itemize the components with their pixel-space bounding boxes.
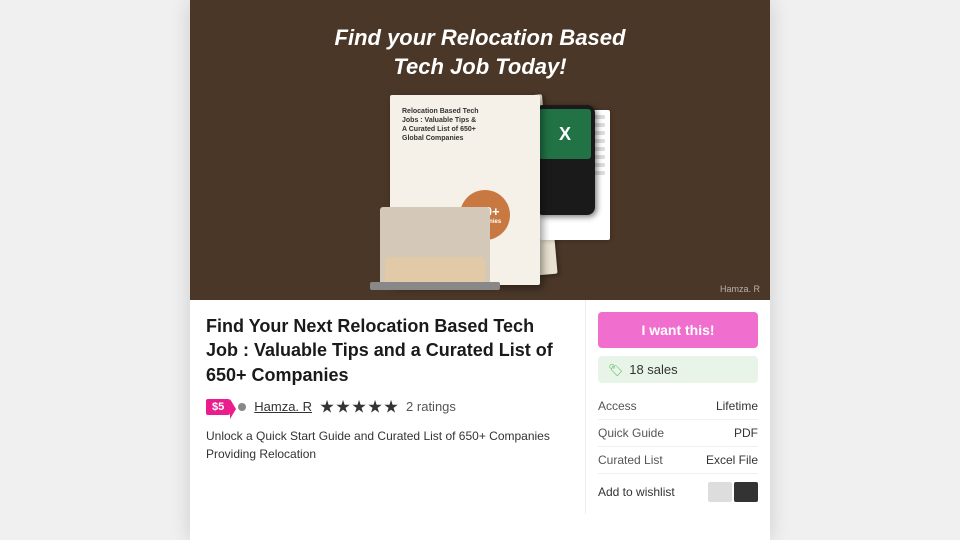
author-name[interactable]: Hamza. R [254, 399, 312, 414]
left-content: Find Your Next Relocation Based Tech Job… [190, 300, 585, 514]
meta-row: $5 Hamza. R 2 ratings [206, 399, 569, 415]
hero-title: Find your Relocation Based Tech Job Toda… [335, 24, 626, 81]
hero-books: X Relocation Based Tech Jobs : Valuable … [350, 90, 610, 290]
outer-wrapper: Find your Relocation Based Tech Job Toda… [0, 0, 960, 540]
curated-list-label: Curated List [598, 453, 663, 467]
laptop [370, 200, 500, 290]
wishlist-row: Add to wishlist [598, 482, 758, 502]
star-4 [368, 400, 382, 414]
product-description: Unlock a Quick Start Guide and Curated L… [206, 427, 569, 463]
quick-guide-value: PDF [734, 426, 758, 440]
laptop-base [370, 282, 500, 290]
book-phone: X [535, 105, 595, 215]
quick-guide-row: Quick Guide PDF [598, 420, 758, 447]
phone-screen: X [539, 109, 591, 159]
quick-guide-label: Quick Guide [598, 426, 664, 440]
author-dot [238, 403, 246, 411]
page-container: Find your Relocation Based Tech Job Toda… [190, 0, 770, 540]
wishlist-toggle [708, 482, 758, 502]
wishlist-button[interactable]: Add to wishlist [598, 485, 702, 499]
access-row: Access Lifetime [598, 393, 758, 420]
curated-list-row: Curated List Excel File [598, 447, 758, 474]
star-rating [320, 400, 398, 414]
access-label: Access [598, 399, 637, 413]
price-badge: $5 [206, 399, 230, 415]
access-value: Lifetime [716, 399, 758, 413]
main-layout: Find Your Next Relocation Based Tech Job… [190, 300, 770, 514]
hands [385, 257, 485, 282]
want-button[interactable]: I want this! [598, 312, 758, 348]
curated-list-value: Excel File [706, 453, 758, 467]
sales-icon: 🏷 [608, 363, 623, 377]
book-title: Relocation Based Tech Jobs : Valuable Ti… [402, 107, 528, 143]
star-2 [336, 400, 350, 414]
toggle-dark[interactable] [734, 482, 758, 502]
star-5 [384, 400, 398, 414]
product-title: Find Your Next Relocation Based Tech Job… [206, 314, 569, 387]
toggle-light[interactable] [708, 482, 732, 502]
hero-credit: Hamza. R [720, 284, 760, 294]
hero-section: Find your Relocation Based Tech Job Toda… [190, 0, 770, 300]
right-sidebar: I want this! 🏷 18 sales Access Lifetime … [585, 300, 770, 514]
star-3 [352, 400, 366, 414]
ratings-count: 2 ratings [406, 399, 456, 414]
star-1 [320, 400, 334, 414]
sales-badge: 🏷 18 sales [598, 356, 758, 383]
sales-text: 18 sales [629, 362, 677, 377]
